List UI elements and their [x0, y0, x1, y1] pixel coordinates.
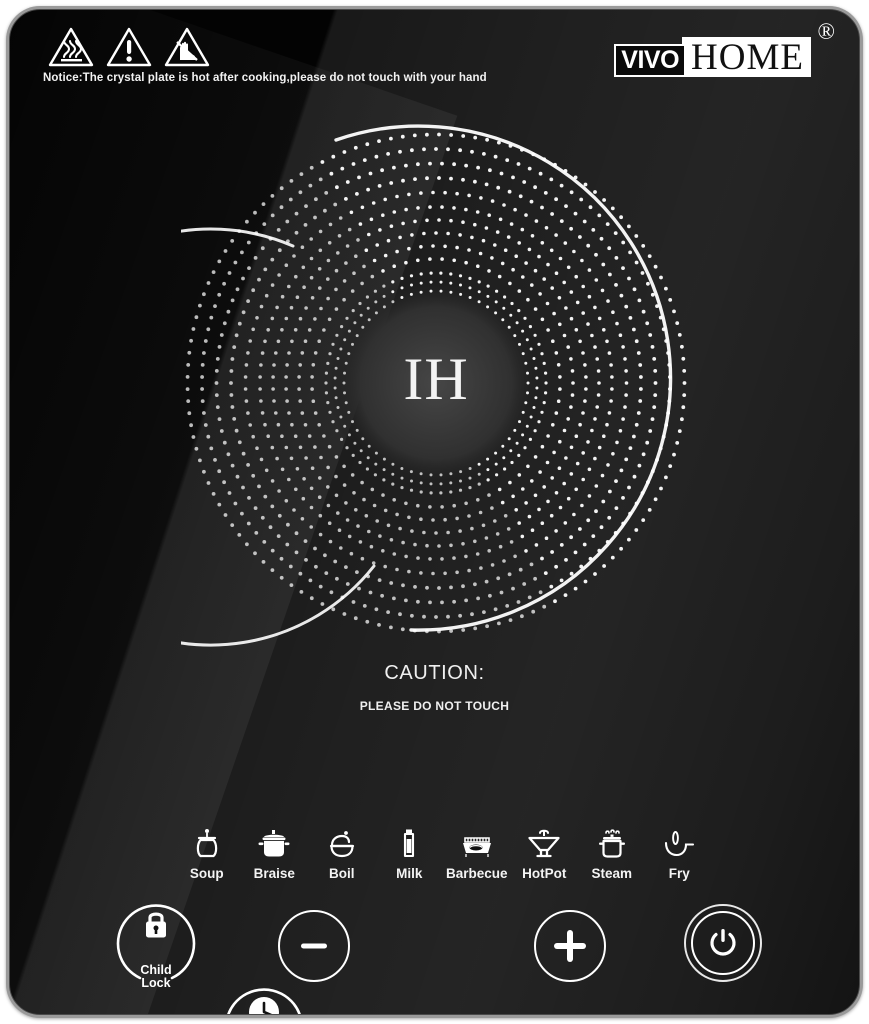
plus-icon [554, 930, 586, 962]
power-button[interactable] [684, 904, 762, 982]
decrease-button[interactable] [278, 910, 350, 982]
induction-hob-graphic[interactable]: IH [181, 118, 691, 648]
general-warning-icon [106, 26, 152, 68]
hotpot-icon [527, 827, 561, 861]
mode-fry[interactable]: Fry [646, 827, 714, 881]
timer-button[interactable]: Timer [222, 984, 306, 1014]
cooking-mode-row: Soup Braise Boil Milk Barbecue HotPot St… [173, 827, 713, 881]
mode-label: Soup [189, 866, 224, 881]
ih-center-mark: IH [403, 346, 469, 412]
child-lock-label-line1: Child [140, 962, 172, 977]
brand-logo: VIVO HOME ® [614, 19, 835, 77]
hot-surface-warning-icon [48, 26, 94, 68]
soup-pot-icon [192, 827, 222, 861]
kettle-icon [326, 827, 358, 861]
mode-label: HotPot [522, 866, 567, 881]
milk-bottle-icon [398, 827, 420, 861]
clock-icon [222, 995, 306, 1014]
padlock-icon [114, 908, 198, 942]
mode-label: Barbecue [445, 866, 508, 881]
braise-pot-icon [257, 827, 291, 861]
child-lock-label: Child Lock [114, 962, 198, 990]
mode-label: Boil [329, 866, 355, 881]
caution-title: CAUTION: [384, 662, 485, 684]
induction-cooktop-device: Notice:The crystal plate is hot after co… [6, 6, 863, 1018]
mode-label: Fry [668, 866, 690, 881]
hot-surface-notice-text: Notice:The crystal plate is hot after co… [43, 72, 487, 84]
grill-icon [458, 827, 496, 861]
child-lock-label-line2: Lock [141, 975, 171, 990]
caution-subtitle: PLEASE DO NOT TOUCH [359, 699, 510, 713]
do-not-touch-hand-warning-icon [164, 26, 210, 68]
child-lock-button[interactable]: Child Lock [114, 900, 198, 990]
caution-block: CAUTION: PLEASE DO NOT TOUCH [10, 662, 859, 713]
mode-steam[interactable]: Steam [578, 827, 646, 881]
mode-soup[interactable]: Soup [173, 827, 241, 881]
mode-braise[interactable]: Braise [241, 827, 309, 881]
frying-pan-icon [662, 827, 696, 861]
brand-logo-home: HOME [682, 37, 811, 77]
registered-trademark-icon: ® [817, 19, 835, 44]
steamer-pot-icon [596, 827, 628, 861]
mode-boil[interactable]: Boil [308, 827, 376, 881]
power-button-inner-ring [691, 911, 755, 975]
warning-icon-row [48, 26, 210, 68]
mode-label: Steam [591, 866, 633, 881]
increase-button[interactable] [534, 910, 606, 982]
glass-cooking-surface[interactable]: Notice:The crystal plate is hot after co… [9, 9, 860, 1015]
mode-label: Milk [396, 866, 423, 881]
control-button-row: Child Lock Timer [10, 894, 859, 1014]
mode-label: Braise [253, 866, 295, 881]
minus-icon [301, 943, 327, 949]
mode-hotpot[interactable]: HotPot [511, 827, 579, 881]
brand-logo-vivo: VIVO [614, 44, 687, 77]
power-icon [710, 929, 736, 956]
mode-barbecue[interactable]: Barbecue [443, 827, 511, 881]
mode-milk[interactable]: Milk [376, 827, 444, 881]
